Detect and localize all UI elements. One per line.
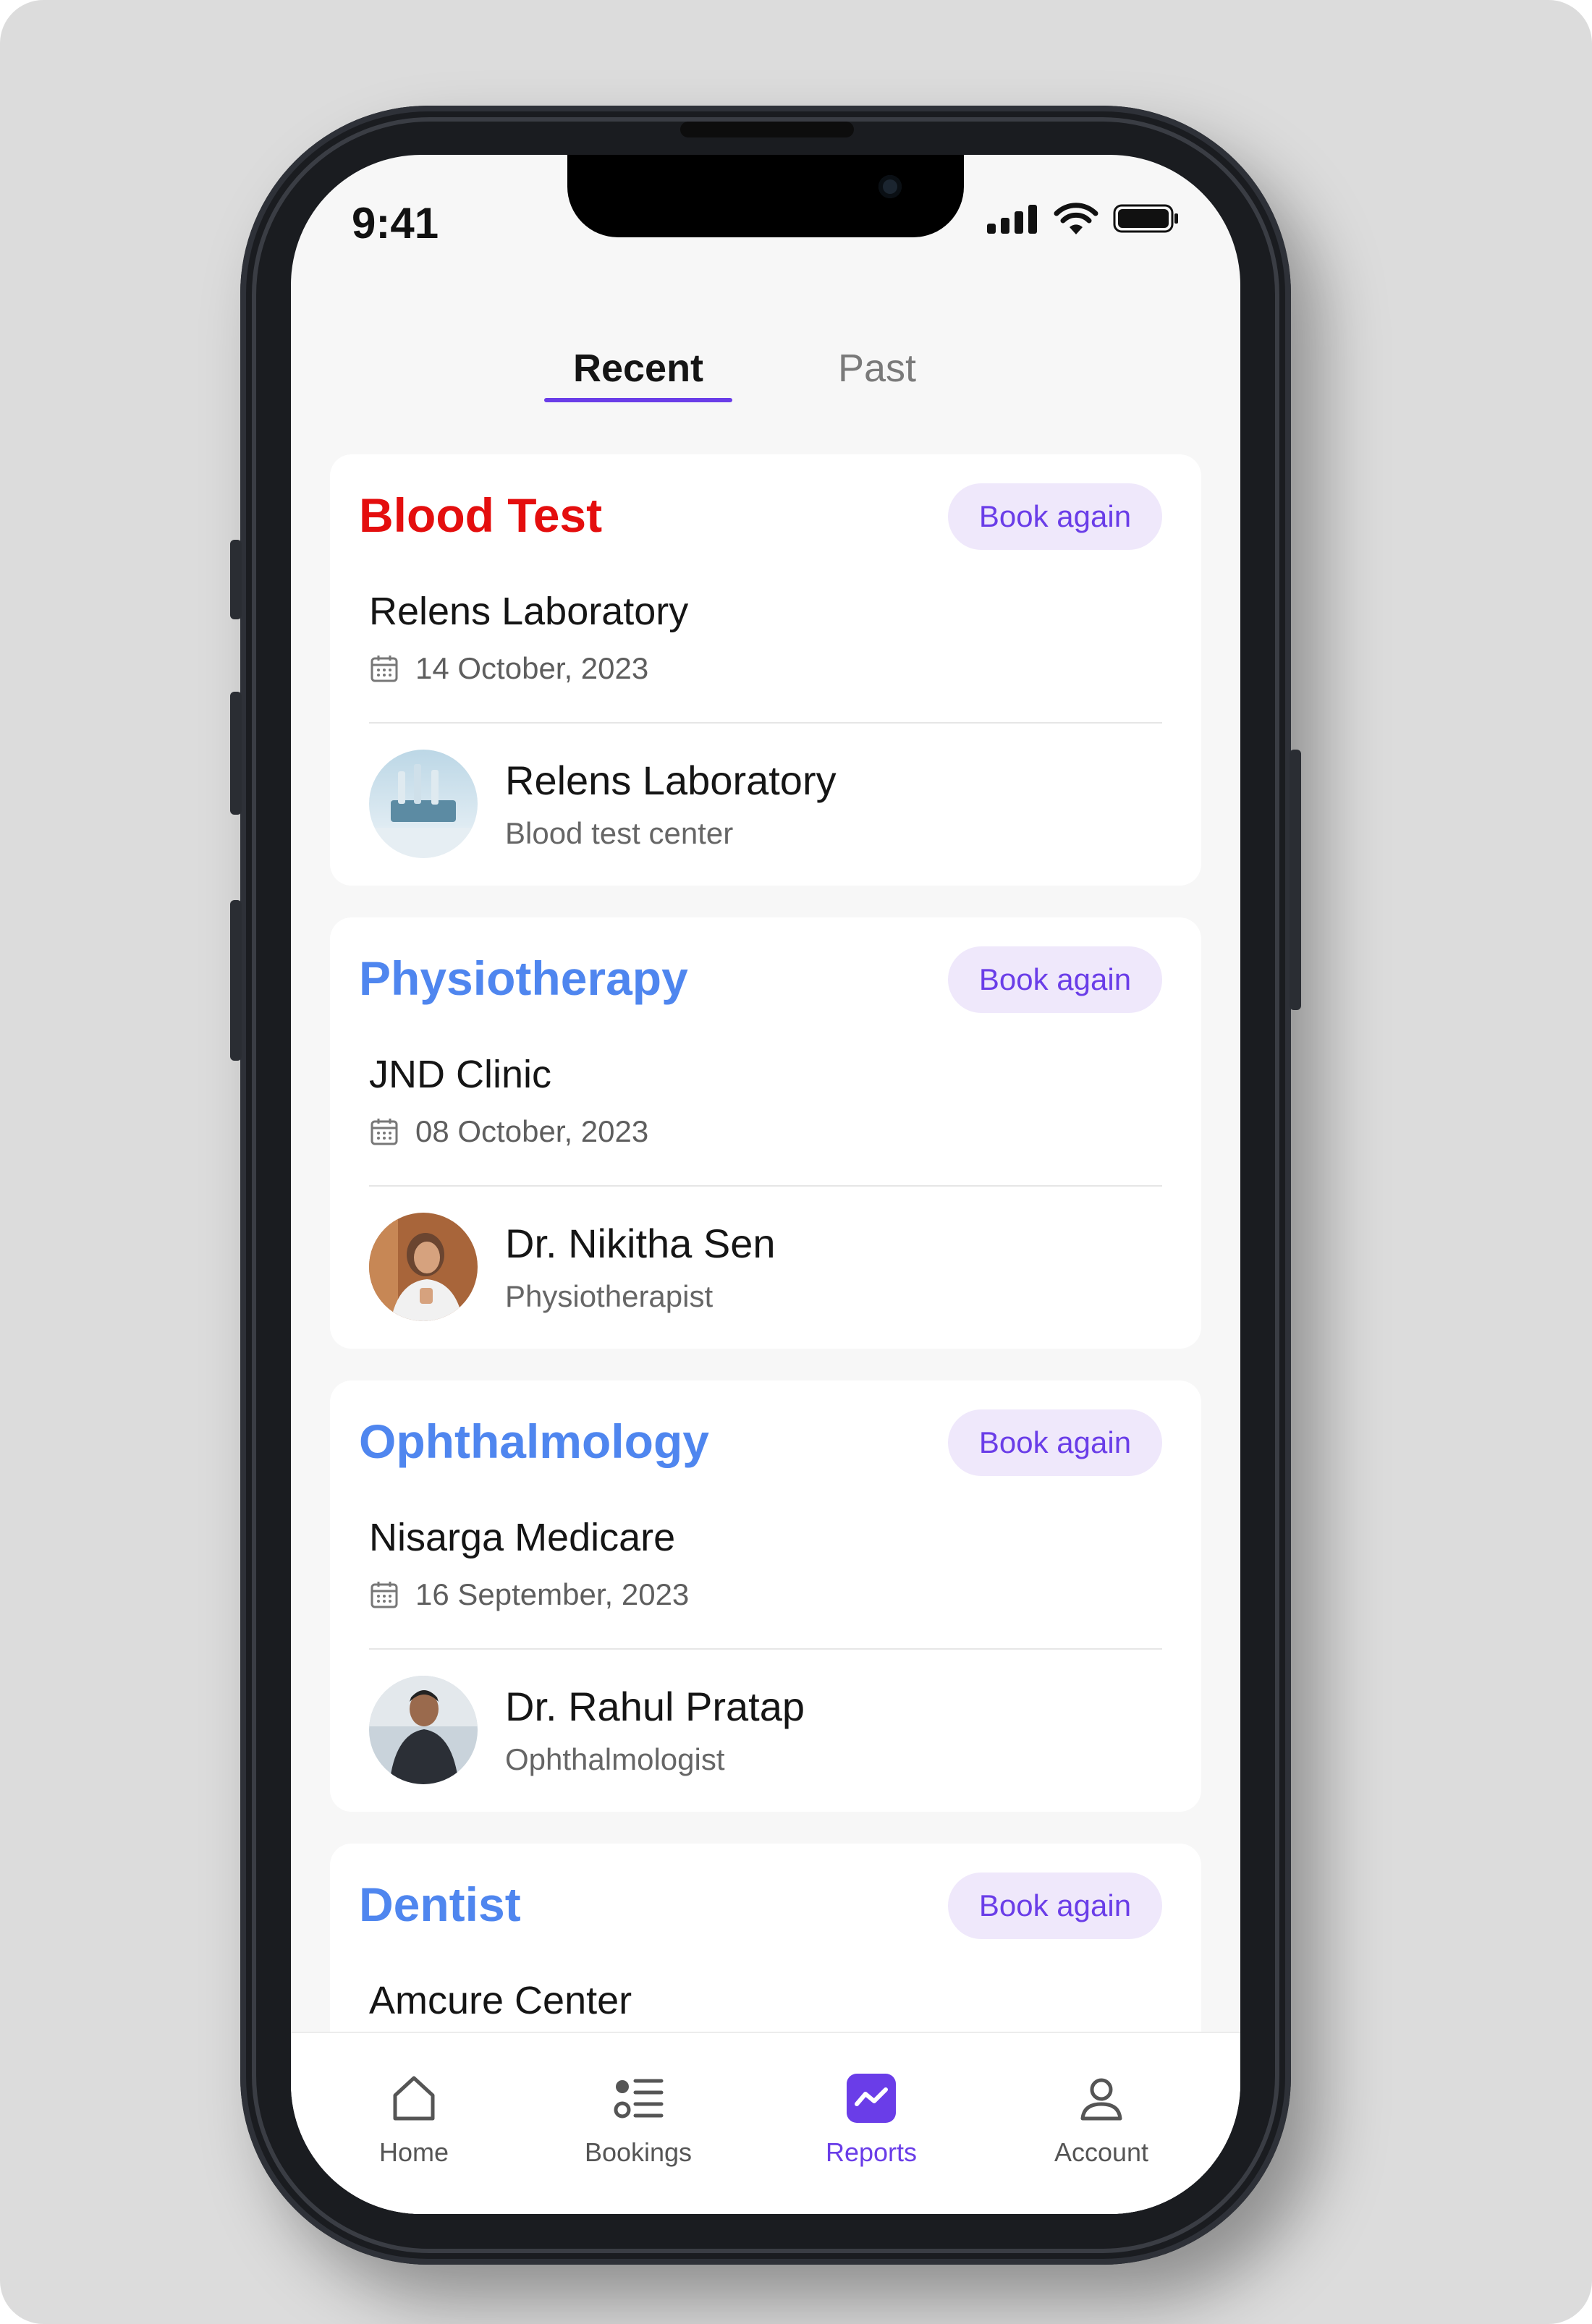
calendar-icon — [371, 656, 398, 682]
doctor-role: Physiotherapist — [505, 1279, 714, 1313]
doctor-name: Dr. Nikitha Sen — [505, 1221, 776, 1266]
cellular-signal-icon — [987, 205, 1037, 234]
nav-bookings[interactable]: Bookings — [551, 2069, 725, 2168]
wifi-icon — [1054, 203, 1098, 234]
status-icons — [987, 203, 1180, 234]
booking-card[interactable]: Physiotherapy Book again JND Clinic 08 O… — [330, 917, 1201, 1349]
booking-date: 14 October, 2023 — [415, 651, 649, 685]
mute-switch — [230, 540, 242, 619]
provider-role: Blood test center — [505, 816, 734, 850]
app-screen: 9:41 Recent Past Blood Test Book again R… — [291, 155, 1240, 2214]
tab-recent[interactable]: Recent — [544, 336, 732, 401]
status-time: 9:41 — [352, 199, 439, 247]
card-category: Ophthalmology — [359, 1415, 709, 1468]
divider — [369, 722, 1162, 724]
booking-card[interactable]: Ophthalmology Book again Nisarga Medicar… — [330, 1381, 1201, 1812]
tab-past[interactable]: Past — [826, 336, 928, 401]
book-again-button[interactable]: Book again — [948, 483, 1162, 550]
facility-name: JND Clinic — [369, 1053, 552, 1096]
volume-up-button — [230, 692, 242, 815]
doctor-avatar — [369, 1213, 478, 1321]
battery-icon — [1113, 204, 1178, 233]
provider-name: Relens Laboratory — [505, 758, 837, 803]
doctor-name: Dr. Rahul Pratap — [505, 1684, 805, 1729]
card-category: Physiotherapy — [359, 951, 688, 1005]
doctor-role: Ophthalmologist — [505, 1742, 725, 1776]
card-category: Dentist — [359, 1878, 521, 1931]
facility-name: Nisarga Medicare — [369, 1516, 676, 1559]
tab-bar: Recent Past — [291, 336, 1240, 402]
book-again-button[interactable]: Book again — [948, 1873, 1162, 1939]
date-row: 16 September, 2023 — [369, 1577, 689, 1612]
nav-reports[interactable]: Reports — [784, 2069, 958, 2168]
notch — [567, 155, 964, 237]
date-row: 14 October, 2023 — [369, 651, 648, 686]
front-camera — [878, 175, 902, 198]
reports-icon — [847, 2074, 896, 2123]
list-icon — [614, 2079, 664, 2119]
booking-date: 08 October, 2023 — [415, 1114, 649, 1148]
facility-name: Relens Laboratory — [369, 590, 689, 633]
active-tab-indicator — [544, 398, 732, 402]
calendar-icon — [371, 1119, 398, 1145]
nav-home[interactable]: Home — [327, 2069, 501, 2168]
home-icon — [393, 2076, 435, 2121]
volume-down-button — [230, 900, 242, 1061]
nav-account[interactable]: Account — [1015, 2069, 1188, 2168]
facility-name: Amcure Center — [369, 1979, 632, 2022]
doctor-avatar — [369, 1676, 478, 1784]
booking-date: 16 September, 2023 — [415, 1577, 690, 1611]
calendar-icon — [371, 1582, 398, 1608]
book-again-button[interactable]: Book again — [948, 946, 1162, 1013]
book-again-button[interactable]: Book again — [948, 1409, 1162, 1476]
speaker-grille — [680, 122, 854, 137]
card-category: Blood Test — [359, 488, 603, 542]
nav-label: Reports — [825, 2137, 918, 2167]
nav-label: Bookings — [584, 2137, 693, 2167]
lab-avatar — [369, 750, 478, 858]
booking-card[interactable]: Blood Test Book again Relens Laboratory … — [330, 454, 1201, 886]
power-button — [1290, 750, 1301, 1010]
date-row: 08 October, 2023 — [369, 1114, 648, 1149]
divider — [369, 1648, 1162, 1650]
divider — [369, 1185, 1162, 1187]
nav-label: Account — [1054, 2137, 1149, 2167]
nav-label: Home — [378, 2137, 449, 2167]
user-icon — [1080, 2078, 1122, 2121]
bottom-navigation: Home Bookings Reports Account — [291, 2032, 1240, 2214]
